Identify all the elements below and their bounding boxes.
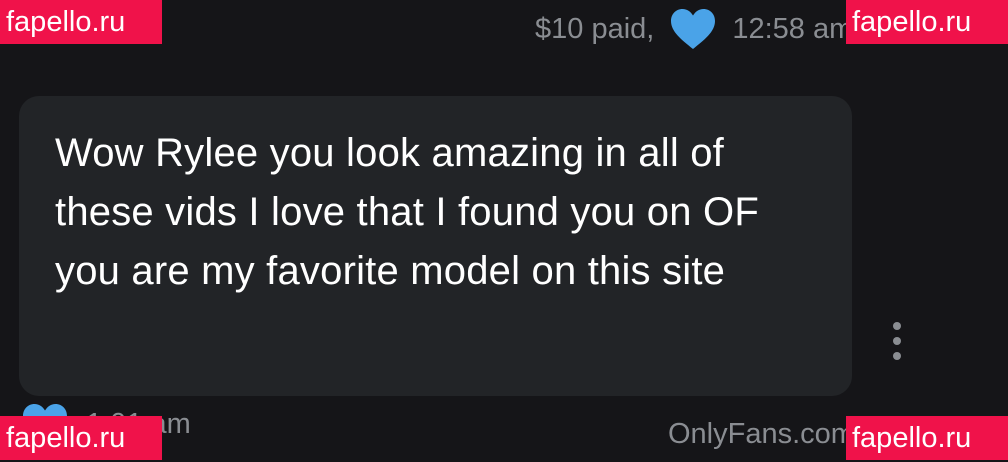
watermark-bottom-right: fapello.ru <box>846 416 1008 460</box>
message-text: Wow Rylee you look amazing in all of the… <box>55 131 759 293</box>
site-watermark: OnlyFans.com <box>668 418 855 450</box>
message-meta: $10 paid, 12:58 am <box>535 4 853 54</box>
watermark-bottom-left: fapello.ru <box>0 416 162 460</box>
watermark-top-right: fapello.ru <box>846 0 1008 44</box>
message-bubble: Wow Rylee you look amazing in all of the… <box>19 96 852 396</box>
price-label: $10 paid, <box>535 12 655 45</box>
message-time: 12:58 am <box>732 12 854 45</box>
more-vertical-icon[interactable] <box>884 322 910 360</box>
heart-icon[interactable] <box>670 8 716 50</box>
watermark-top-left: fapello.ru <box>0 0 162 44</box>
